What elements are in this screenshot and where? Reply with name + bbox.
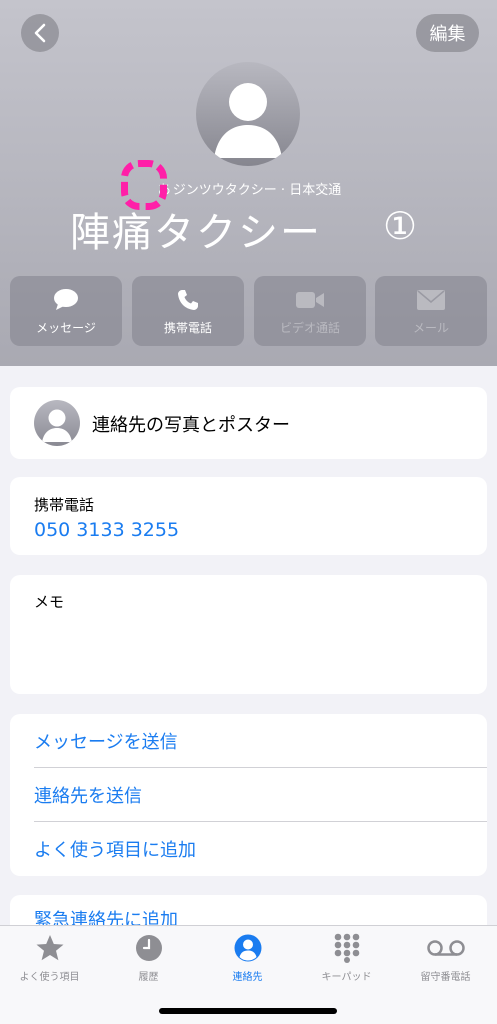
phonetic-rest: ジンツウタクシー · 日本交通 [172, 183, 342, 198]
phone-card: 携帯電話 050 3133 3255 [10, 477, 487, 555]
message-bubble-icon [53, 287, 79, 313]
phone-label: 携帯電話 [34, 496, 95, 514]
home-indicator [159, 1008, 337, 1014]
tab-recents-label: 履歴 [138, 972, 159, 983]
tab-keypad[interactable]: キーパッド [297, 932, 396, 988]
phone-number-link[interactable]: 050 3133 3255 [34, 519, 179, 541]
tab-contacts[interactable]: 連絡先 [198, 932, 297, 988]
tab-voicemail[interactable]: 留守番電話 [396, 932, 495, 988]
phone-button[interactable]: 携帯電話 [132, 276, 244, 346]
memo-label: メモ [34, 593, 65, 611]
message-button-label: メッセージ [36, 320, 96, 335]
contact-name: 陣痛タクシー [70, 210, 322, 256]
envelope-icon [416, 287, 446, 313]
share-contact-link[interactable]: 連絡先を送信 [34, 768, 487, 822]
person-circle-icon [233, 932, 263, 964]
message-button[interactable]: メッセージ [10, 276, 122, 346]
send-message-link[interactable]: メッセージを送信 [34, 714, 487, 768]
tab-voicemail-label: 留守番電話 [420, 972, 471, 983]
phone-button-label: 携帯電話 [163, 320, 212, 335]
clock-icon [134, 932, 164, 964]
mail-button-label: メール [412, 320, 449, 335]
phonetic-name: あジンツウタクシー · 日本交通 [0, 179, 497, 198]
back-button[interactable] [21, 14, 59, 52]
poster-avatar [34, 400, 80, 446]
voicemail-icon [426, 932, 466, 964]
photo-poster-label: 連絡先の写真とポスター [92, 415, 290, 436]
star-icon [35, 932, 65, 964]
add-to-favorites-link[interactable]: よく使う項目に追加 [34, 822, 487, 876]
tab-keypad-label: キーパッド [321, 972, 372, 983]
name-marker: ① [383, 204, 418, 248]
video-call-button[interactable]: ビデオ通話 [254, 276, 366, 346]
contact-header: 編集 あジンツウタクシー · 日本交通 陣痛タクシー ① メッセージ 携帯電話 [0, 0, 497, 366]
person-silhouette-icon [42, 409, 72, 442]
keypad-icon [332, 932, 362, 964]
highlight-annotation [121, 160, 167, 210]
action-links-card: メッセージを送信 連絡先を送信 よく使う項目に追加 [10, 714, 487, 876]
mail-button[interactable]: メール [375, 276, 487, 346]
action-buttons: メッセージ 携帯電話 ビデオ通話 メール [10, 276, 487, 346]
photo-poster-row[interactable]: 連絡先の写真とポスター [10, 387, 487, 459]
chevron-left-icon [34, 23, 46, 43]
memo-card[interactable]: メモ [10, 575, 487, 694]
phone-icon [176, 287, 200, 313]
edit-button[interactable]: 編集 [416, 14, 479, 52]
contact-avatar[interactable] [196, 62, 300, 166]
person-silhouette-icon [214, 83, 282, 158]
tab-recents[interactable]: 履歴 [99, 932, 198, 988]
video-call-button-label: ビデオ通話 [279, 320, 340, 335]
video-camera-icon [295, 287, 325, 313]
tab-favorites[interactable]: よく使う項目 [0, 932, 99, 988]
tab-favorites-label: よく使う項目 [19, 972, 80, 983]
tab-contacts-label: 連絡先 [232, 972, 263, 983]
